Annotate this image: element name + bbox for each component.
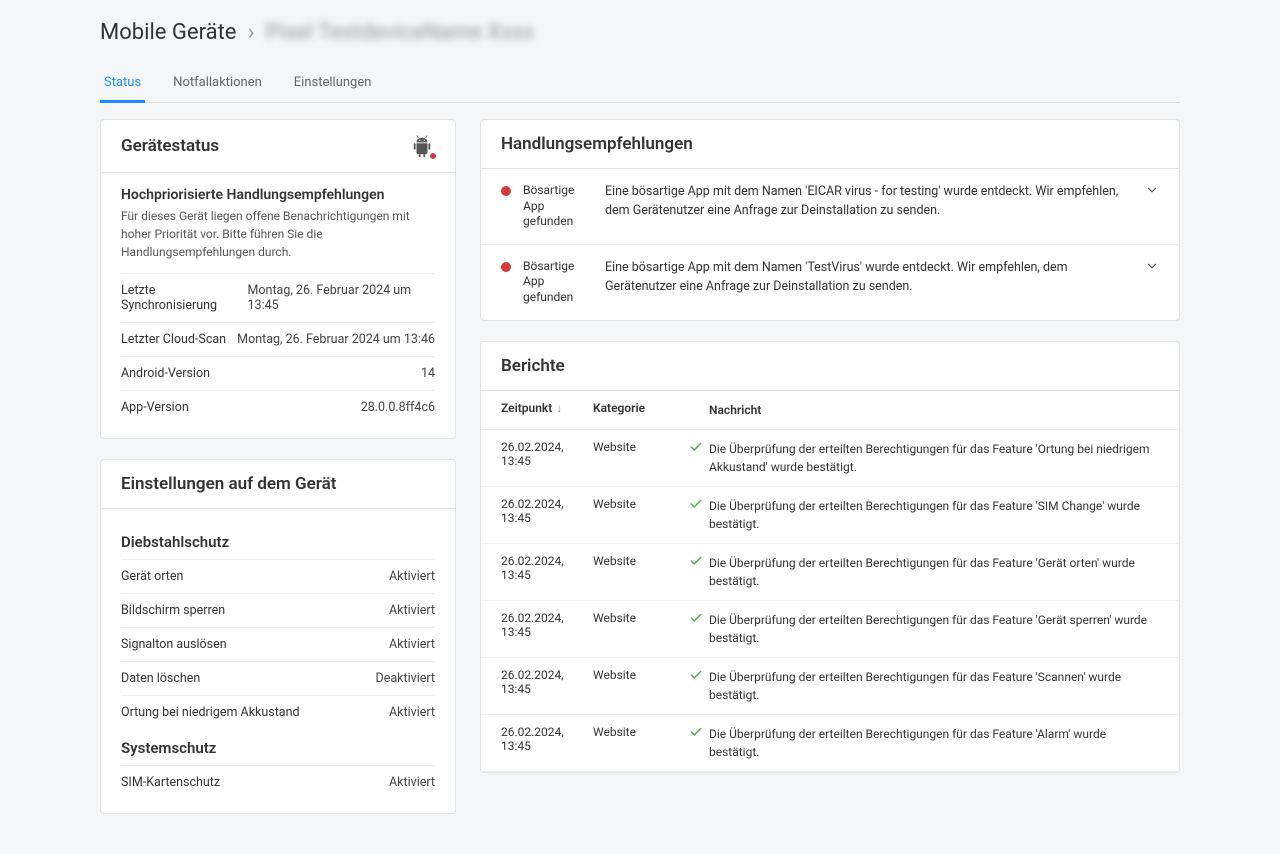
setting-row: Gerät ortenAktiviert	[121, 559, 435, 593]
recommendations-heading: Handlungsempfehlungen	[501, 134, 693, 154]
check-icon	[689, 497, 709, 511]
recommendation-desc: Eine bösartige App mit dem Namen 'TestVi…	[605, 259, 1133, 297]
chevron-down-icon[interactable]	[1145, 259, 1159, 277]
breadcrumb: Mobile Geräte › Pixel TestdeviceName Xxx…	[100, 20, 1180, 45]
recommendation-item[interactable]: Bösartige App gefunden Eine bösartige Ap…	[481, 169, 1179, 244]
col-time-header[interactable]: Zeitpunkt↓	[501, 401, 593, 419]
check-icon	[689, 725, 709, 739]
recommendation-desc: Eine bösartige App mit dem Namen 'EICAR …	[605, 183, 1133, 221]
setting-row: Signalton auslösenAktiviert	[121, 627, 435, 661]
setting-row: Daten löschenDeaktiviert	[121, 661, 435, 695]
device-status-heading: Gerätestatus	[121, 136, 219, 156]
check-icon	[689, 440, 709, 454]
priority-desc: Für dieses Gerät liegen offene Benachric…	[121, 207, 435, 261]
check-icon	[689, 611, 709, 625]
sort-desc-icon: ↓	[556, 401, 562, 415]
priority-title: Hochpriorisierte Handlungsempfehlungen	[121, 187, 435, 203]
card-device-settings: Einstellungen auf dem Gerät Diebstahlsch…	[100, 459, 456, 814]
report-header: Zeitpunkt↓ Kategorie Nachricht	[481, 391, 1179, 430]
card-reports: Berichte Zeitpunkt↓ Kategorie Nachricht …	[480, 341, 1180, 773]
card-device-status: Gerätestatus	[100, 119, 456, 439]
setting-row: SIM-KartenschutzAktiviert	[121, 765, 435, 799]
setting-row: Ortung bei niedrigem AkkustandAktiviert	[121, 695, 435, 729]
tab-status[interactable]: Status	[100, 65, 145, 103]
setting-row: Bildschirm sperrenAktiviert	[121, 593, 435, 627]
status-row: App-Version28.0.0.8ff4c6	[121, 390, 435, 424]
chevron-down-icon[interactable]	[1145, 183, 1159, 201]
severity-dot-icon	[501, 262, 511, 272]
col-message-header[interactable]: Nachricht	[709, 401, 1159, 419]
report-row: 26.02.2024, 13:45 Website Die Überprüfun…	[481, 544, 1179, 601]
report-row: 26.02.2024, 13:45 Website Die Überprüfun…	[481, 430, 1179, 487]
tab-settings[interactable]: Einstellungen	[290, 65, 376, 103]
group-system-title: Systemschutz	[121, 739, 435, 757]
status-row: Android-Version14	[121, 356, 435, 390]
report-row: 26.02.2024, 13:45 Website Die Überprüfun…	[481, 601, 1179, 658]
device-settings-heading: Einstellungen auf dem Gerät	[121, 474, 336, 494]
tab-emergency[interactable]: Notfallaktionen	[169, 65, 266, 103]
status-row: Letzter Cloud-ScanMontag, 26. Februar 20…	[121, 322, 435, 356]
android-icon	[411, 134, 435, 158]
breadcrumb-root[interactable]: Mobile Geräte	[100, 20, 236, 45]
card-recommendations: Handlungsempfehlungen Bösartige App gefu…	[480, 119, 1180, 321]
report-row: 26.02.2024, 13:45 Website Die Überprüfun…	[481, 715, 1179, 772]
group-theft-title: Diebstahlschutz	[121, 533, 435, 551]
col-category-header[interactable]: Kategorie	[593, 401, 689, 419]
status-row: Letzte SynchronisierungMontag, 26. Febru…	[121, 273, 435, 322]
severity-dot-icon	[501, 186, 511, 196]
check-icon	[689, 668, 709, 682]
recommendation-title: Bösartige App gefunden	[523, 183, 593, 230]
breadcrumb-current: Pixel TestdeviceName Xxxx	[266, 20, 534, 45]
recommendation-title: Bösartige App gefunden	[523, 259, 593, 306]
report-row: 26.02.2024, 13:45 Website Die Überprüfun…	[481, 658, 1179, 715]
report-row: 26.02.2024, 13:45 Website Die Überprüfun…	[481, 487, 1179, 544]
reports-heading: Berichte	[501, 356, 565, 376]
recommendation-item[interactable]: Bösartige App gefunden Eine bösartige Ap…	[481, 244, 1179, 320]
check-icon	[689, 554, 709, 568]
tabs: Status Notfallaktionen Einstellungen	[100, 65, 1180, 103]
